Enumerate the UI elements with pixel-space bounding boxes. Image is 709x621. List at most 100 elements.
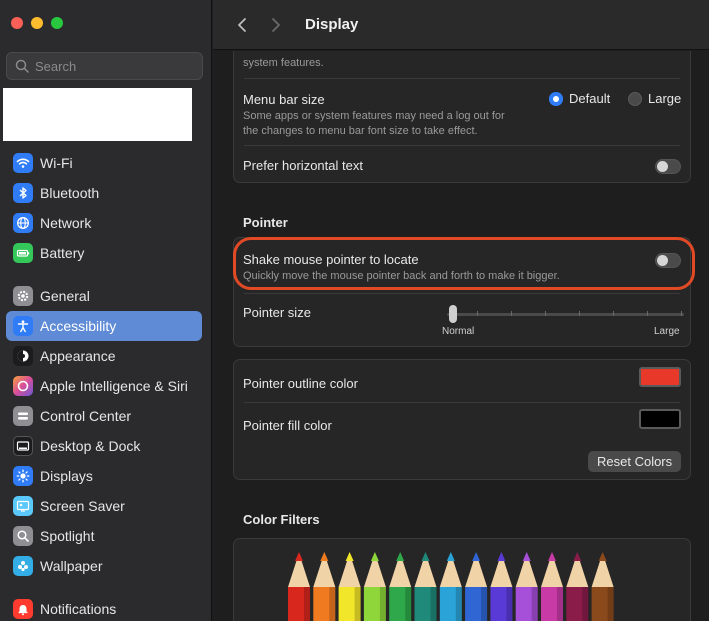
pencil <box>439 552 462 621</box>
close-window-button[interactable] <box>11 17 23 29</box>
pencil <box>389 552 412 621</box>
sidebar-group-notifications: Notifications <box>6 594 202 621</box>
slider-min-label: Normal <box>442 326 475 337</box>
battery-icon <box>13 243 33 263</box>
sidebar-group-network: Wi-Fi Bluetooth Network Battery <box>6 148 202 268</box>
sidebar-item-bluetooth[interactable]: Bluetooth <box>6 178 202 208</box>
sidebar-item-spotlight[interactable]: Spotlight <box>6 521 202 551</box>
pencil <box>591 552 614 621</box>
slider-tick <box>477 311 478 316</box>
divider <box>244 402 680 403</box>
pointer-size-slider[interactable]: Normal Large <box>439 300 684 340</box>
sidebar-item-apple-intelligence-siri[interactable]: Apple Intelligence & Siri <box>6 371 202 401</box>
sidebar-item-network[interactable]: Network <box>6 208 202 238</box>
divider <box>244 145 680 146</box>
reset-colors-button[interactable]: Reset Colors <box>588 451 682 472</box>
sidebar-item-notifications[interactable]: Notifications <box>6 594 202 621</box>
appearance-icon <box>13 346 33 366</box>
pencil <box>541 552 563 621</box>
sidebar-item-accessibility[interactable]: Accessibility <box>6 311 202 341</box>
sidebar-item-label: General <box>40 288 90 304</box>
chevron-left-icon <box>238 17 246 32</box>
pointer-outline-color-well[interactable] <box>639 367 681 387</box>
page-title: Display <box>305 16 359 33</box>
menu-bar-size-label: Menu bar size <box>243 92 325 107</box>
slider-tick <box>681 311 682 316</box>
search-icon <box>15 59 29 73</box>
sidebar-item-appearance[interactable]: Appearance <box>6 341 202 371</box>
radio-selected-indicator <box>549 91 563 106</box>
pencil <box>313 552 336 621</box>
control-center-icon <box>13 406 33 426</box>
forward-button[interactable] <box>265 14 287 36</box>
slider-tick <box>511 311 512 316</box>
zoom-window-button[interactable] <box>51 17 63 29</box>
divider <box>244 293 680 294</box>
sidebar-group-system: General Accessibility Appearance Apple I… <box>6 281 202 581</box>
sidebar-item-label: Desktop & Dock <box>40 438 141 454</box>
back-button[interactable] <box>231 14 253 36</box>
apple-account-card[interactable] <box>3 88 192 141</box>
radio-label: Default <box>569 91 611 106</box>
sidebar-item-label: Displays <box>40 468 93 484</box>
slider-tick <box>545 311 546 316</box>
bluetooth-icon <box>13 183 33 203</box>
sidebar-item-label: Bluetooth <box>40 185 100 201</box>
sidebar: Wi-Fi Bluetooth Network Battery General … <box>0 0 212 621</box>
sidebar-item-label: Notifications <box>40 601 117 617</box>
sidebar-item-label: Spotlight <box>40 528 95 544</box>
siri-icon <box>13 376 33 396</box>
sidebar-item-label: Wi-Fi <box>40 155 73 171</box>
slider-knob[interactable] <box>449 305 457 323</box>
display-options-group: system features. Menu bar size Some apps… <box>233 51 691 183</box>
divider <box>244 78 680 79</box>
screen-saver-icon <box>13 496 33 516</box>
radio-menu-bar-large[interactable]: Large <box>628 91 681 106</box>
search-input[interactable] <box>35 58 195 74</box>
search-field[interactable] <box>6 52 203 80</box>
pointer-colors-group: Pointer outline color Pointer fill color… <box>233 359 691 480</box>
slider-max-label: Large <box>654 326 680 337</box>
sidebar-item-screen-saver[interactable]: Screen Saver <box>6 491 202 521</box>
sidebar-item-desktop-dock[interactable]: Desktop & Dock <box>6 431 202 461</box>
sidebar-item-label: Screen Saver <box>40 498 125 514</box>
minimize-window-button[interactable] <box>31 17 43 29</box>
pencil <box>515 552 538 621</box>
sidebar-item-battery[interactable]: Battery <box>6 238 202 268</box>
sidebar-item-label: Appearance <box>40 348 116 364</box>
highlight-annotation <box>233 237 695 290</box>
sidebar-item-wallpaper[interactable]: Wallpaper <box>6 551 202 581</box>
accessibility-icon <box>13 316 33 336</box>
toolbar: Display <box>213 0 709 50</box>
sidebar-item-label: Battery <box>40 245 85 261</box>
pointer-fill-color-label: Pointer fill color <box>243 418 332 433</box>
slider-track <box>447 313 684 316</box>
pointer-fill-color-well[interactable] <box>639 409 681 429</box>
pencil <box>490 552 513 621</box>
sidebar-item-general[interactable]: General <box>6 281 202 311</box>
sidebar-item-displays[interactable]: Displays <box>6 461 202 491</box>
globe-icon <box>13 213 33 233</box>
menu-bar-size-description-2: the changes to menu bar font size to tak… <box>243 125 478 137</box>
pencil <box>566 552 589 621</box>
pointer-section-title: Pointer <box>243 215 288 230</box>
slider-tick <box>647 311 648 316</box>
pencil <box>363 552 386 621</box>
radio-unselected-indicator <box>628 91 642 106</box>
pencil <box>288 552 310 621</box>
pointer-size-label: Pointer size <box>243 305 311 320</box>
sidebar-item-control-center[interactable]: Control Center <box>6 401 202 431</box>
truncated-description: system features. <box>243 57 324 69</box>
color-filters-preview <box>233 538 691 621</box>
prefer-horizontal-text-toggle[interactable] <box>655 159 681 174</box>
sidebar-item-wifi[interactable]: Wi-Fi <box>6 148 202 178</box>
prefer-horizontal-text-label: Prefer horizontal text <box>243 158 363 173</box>
menu-bar-size-description-1: Some apps or system features may need a … <box>243 110 505 122</box>
sidebar-item-label: Accessibility <box>40 318 117 334</box>
display-settings-pane: system features. Menu bar size Some apps… <box>213 51 709 621</box>
color-filters-section-title: Color Filters <box>243 512 320 527</box>
pencil <box>465 552 488 621</box>
radio-label: Large <box>648 91 682 106</box>
pointer-outline-color-label: Pointer outline color <box>243 376 358 391</box>
radio-menu-bar-default[interactable]: Default <box>549 91 610 106</box>
